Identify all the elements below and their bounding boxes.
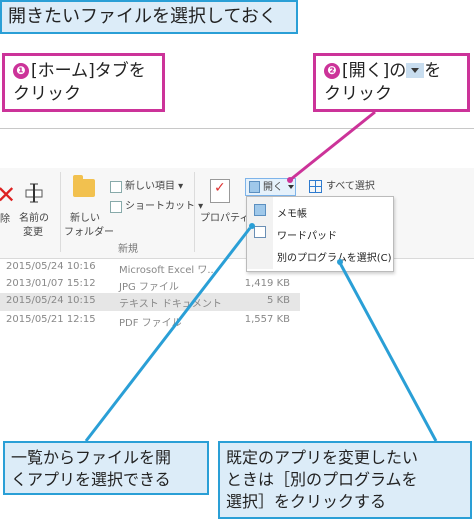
note-1-pointer-line — [84, 227, 252, 442]
step-2-pointer-dot — [287, 177, 293, 183]
note-2-line1: 既定のアプリを変更したい — [226, 448, 419, 467]
note-2-line2: ときは［別のプログラムを — [226, 470, 418, 489]
note-1-pointer-dot — [249, 223, 255, 229]
note-2-line3: 選択］をクリックする — [226, 492, 387, 511]
note-2-pointer-line — [338, 262, 438, 442]
note-1-line2: くアプリを選択できる — [11, 470, 171, 489]
note-1-callout: 一覧からファイルを開 くアプリを選択できる — [3, 441, 209, 495]
note-2-callout: 既定のアプリを変更したい ときは［別のプログラムを 選択］をクリックする — [218, 441, 472, 519]
note-1-line1: 一覧からファイルを開 — [11, 448, 172, 467]
note-2-pointer-dot — [337, 259, 343, 265]
step-2-pointer-line — [289, 110, 376, 182]
